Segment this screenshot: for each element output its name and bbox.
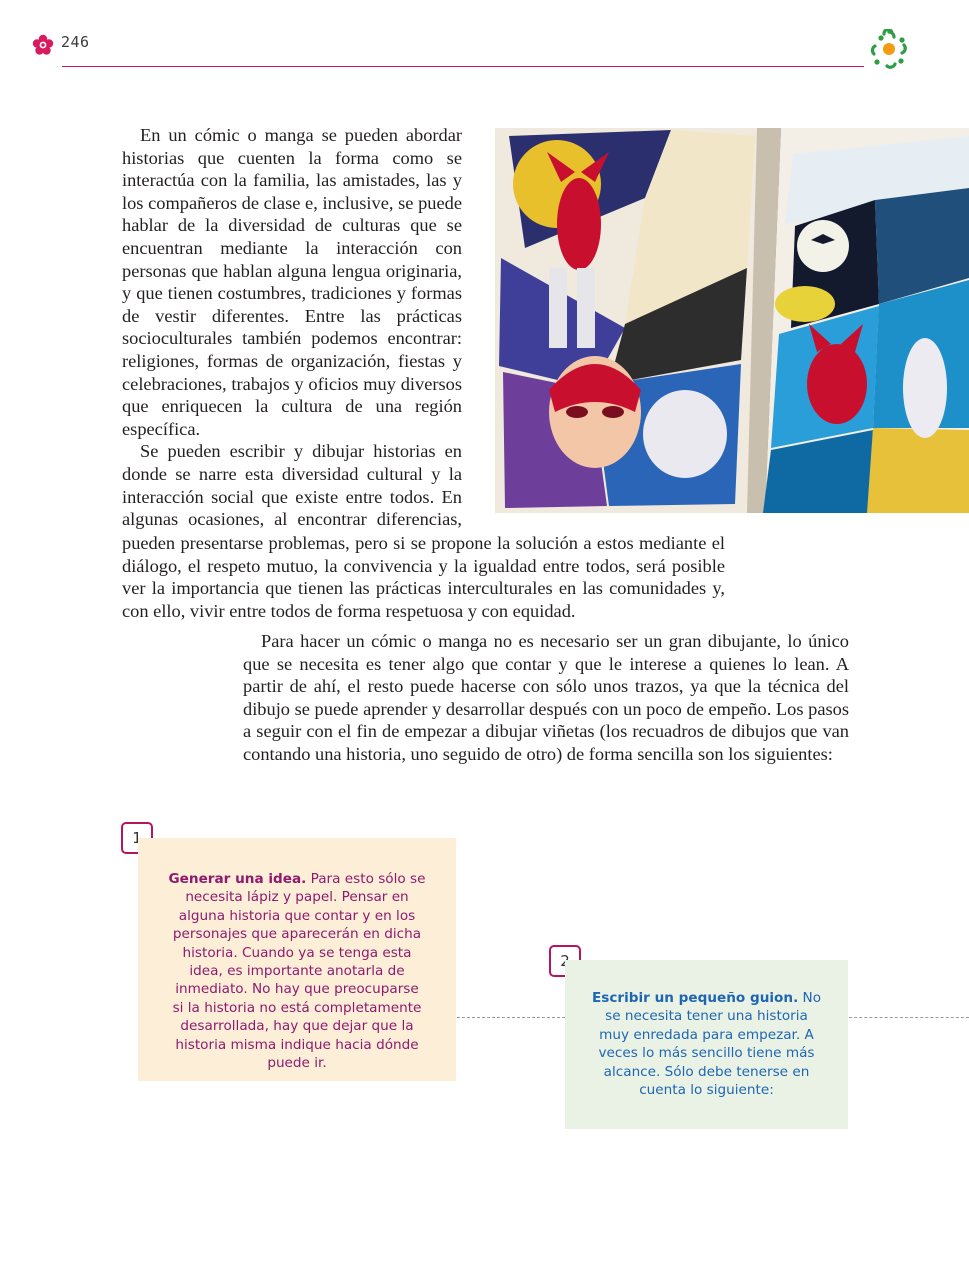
step-1-title: Generar una idea. <box>168 871 307 887</box>
paragraph-1: En un cómic o manga se pueden abordar hi… <box>122 125 462 439</box>
comic-book-photo <box>495 128 969 513</box>
paragraph-3: Para hacer un cómic o manga no es necesa… <box>243 631 849 764</box>
page-number: 246 <box>61 33 90 51</box>
step-2-title: Escribir un pequeño guion. <box>591 990 799 1006</box>
text-paragraph-wide: pueden presentarse problemas, pero si se… <box>122 532 725 622</box>
pink-flower-icon <box>32 34 54 55</box>
header-divider <box>62 66 864 67</box>
step-1-text: Para esto sólo se necesita lápiz y papel… <box>172 871 426 1072</box>
dashed-connector <box>457 1017 565 1018</box>
step-2-text: No se necesita tener una historia muy en… <box>598 990 822 1099</box>
colorful-circle-logo-icon <box>870 29 907 69</box>
step-1-card: Generar una idea. Para esto sólo se nece… <box>138 838 456 1081</box>
text-column-left: En un cómic o manga se pueden abordar hi… <box>122 124 462 531</box>
paragraph-2-start: Se pueden escribir y dibujar historias e… <box>122 441 462 530</box>
paragraph-2-continued: pueden presentarse problemas, pero si se… <box>122 533 725 621</box>
dashed-connector <box>849 1017 969 1018</box>
step-2-card: Escribir un pequeño guion. No se necesit… <box>565 960 848 1129</box>
text-paragraph-lower: Para hacer un cómic o manga no es necesa… <box>243 630 849 766</box>
comic-illustration <box>495 128 969 513</box>
